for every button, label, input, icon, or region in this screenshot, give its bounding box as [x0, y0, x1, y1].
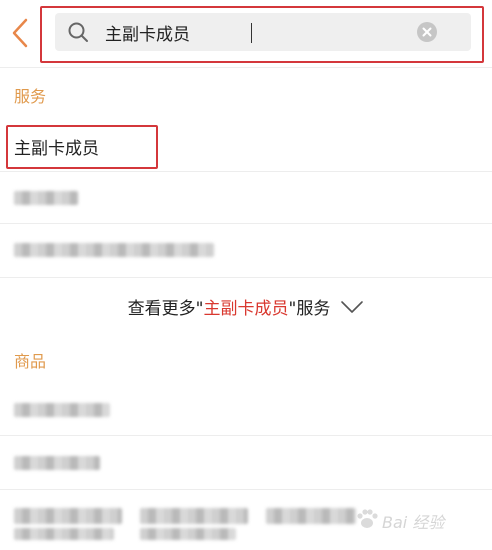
blurred-text	[14, 403, 110, 417]
see-more-label: 查看更多"主副卡成员"服务	[128, 294, 365, 319]
back-button[interactable]	[6, 14, 36, 52]
see-more-services-button[interactable]: 查看更多"主副卡成员"服务	[0, 278, 492, 332]
chevron-down-icon	[341, 301, 364, 313]
result-annotation-box	[6, 125, 158, 169]
blurred-text	[140, 528, 236, 540]
blurred-text	[266, 508, 356, 524]
blurred-text	[14, 191, 78, 205]
blurred-text	[14, 508, 122, 524]
goods-result-row-blurred[interactable]	[0, 436, 492, 490]
watermark: Bai 经验	[352, 505, 472, 533]
see-more-suffix: "服务	[288, 299, 331, 319]
service-result-row-blurred[interactable]	[0, 224, 492, 278]
watermark-text: Bai 经验	[382, 513, 445, 532]
back-arrow-icon	[12, 18, 28, 48]
goods-section-title: 商品	[14, 352, 47, 371]
service-result-row-blurred[interactable]	[0, 172, 492, 224]
blurred-text	[14, 528, 114, 540]
see-more-prefix: 查看更多"	[127, 299, 204, 319]
blurred-text	[14, 243, 214, 257]
blurred-text	[140, 508, 248, 524]
see-more-keyword: 主副卡成员	[203, 299, 289, 319]
paw-logo-icon	[357, 509, 378, 528]
services-section-title: 服务	[14, 87, 47, 106]
search-annotation-box	[40, 6, 484, 63]
blurred-text	[14, 456, 100, 470]
goods-result-row-blurred[interactable]	[0, 384, 492, 436]
